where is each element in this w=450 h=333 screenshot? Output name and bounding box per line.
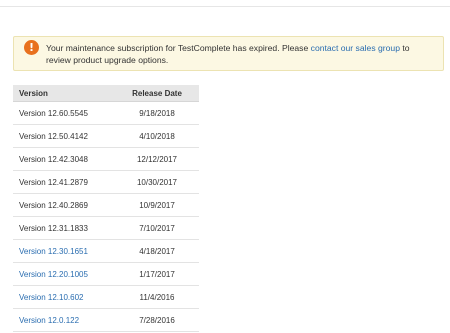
alert-text-before: Your maintenance subscription for TestCo…	[46, 43, 311, 53]
top-divider	[0, 6, 450, 7]
version-cell: Version 12.60.5545	[13, 101, 115, 125]
release-date-cell: 7/10/2017	[115, 216, 199, 240]
version-cell: Version 12.10.602	[13, 285, 115, 309]
version-cell: Version 12.41.2879	[13, 170, 115, 194]
table-row: Version 12.0.122 7/28/2016	[13, 308, 199, 332]
version-label: Version 12.60.5545	[19, 108, 88, 118]
table-row: Version 12.41.2879 10/30/2017	[13, 170, 199, 194]
version-link[interactable]: Version 12.10.602	[19, 293, 84, 302]
version-column-header: Version	[13, 85, 115, 102]
exclamation-icon: !	[24, 40, 39, 55]
version-label: Version 12.50.4142	[19, 131, 88, 141]
release-date-cell: 10/30/2017	[115, 170, 199, 194]
table-row: Version 12.40.2869 10/9/2017	[13, 193, 199, 217]
release-date-cell: 12/12/2017	[115, 147, 199, 171]
version-cell: Version 12.0.122	[13, 308, 115, 332]
release-date-cell: 4/18/2017	[115, 239, 199, 263]
table-row: Version 12.50.4142 4/10/2018	[13, 124, 199, 148]
table-row: Version 12.10.602 11/4/2016	[13, 285, 199, 309]
version-cell: Version 12.31.1833	[13, 216, 115, 240]
release-date-cell: 1/17/2017	[115, 262, 199, 286]
version-cell: Version 12.20.1005	[13, 262, 115, 286]
version-label: Version 12.31.1833	[19, 223, 88, 233]
table-header-row: Version Release Date	[13, 85, 199, 102]
table-row: Version 12.20.1005 1/17/2017	[13, 262, 199, 286]
version-link[interactable]: Version 12.30.1651	[19, 247, 88, 256]
version-cell: Version 12.42.3048	[13, 147, 115, 171]
table-row: Version 12.60.5545 9/18/2018	[13, 101, 199, 125]
release-date-cell: 10/9/2017	[115, 193, 199, 217]
release-date-column-header: Release Date	[115, 85, 199, 102]
release-date-cell: 9/18/2018	[115, 101, 199, 125]
release-date-cell: 11/4/2016	[115, 285, 199, 309]
release-date-cell: 4/10/2018	[115, 124, 199, 148]
version-label: Version 12.42.3048	[19, 154, 88, 164]
versions-table-body: Version 12.60.5545 9/18/2018 Version 12.50…	[13, 101, 199, 332]
version-cell: Version 12.40.2869	[13, 193, 115, 217]
version-cell: Version 12.50.4142	[13, 124, 115, 148]
table-row: Version 12.42.3048 12/12/2017	[13, 147, 199, 171]
table-row: Version 12.31.1833 7/10/2017	[13, 216, 199, 240]
version-link[interactable]: Version 12.20.1005	[19, 270, 88, 279]
version-cell: Version 12.30.1651	[13, 239, 115, 263]
table-row: Version 12.30.1651 4/18/2017	[13, 239, 199, 263]
contact-sales-link[interactable]: contact our sales group	[311, 43, 400, 53]
subscription-expired-alert: ! Your maintenance subscription for Test…	[13, 36, 444, 71]
alert-message: Your maintenance subscription for TestCo…	[46, 42, 436, 66]
version-link[interactable]: Version 12.0.122	[19, 316, 79, 325]
versions-table: Version Release Date Version 12.60.5545 9…	[13, 85, 199, 332]
version-label: Version 12.40.2869	[19, 200, 88, 210]
release-date-cell: 7/28/2016	[115, 308, 199, 332]
version-label: Version 12.41.2879	[19, 177, 88, 187]
